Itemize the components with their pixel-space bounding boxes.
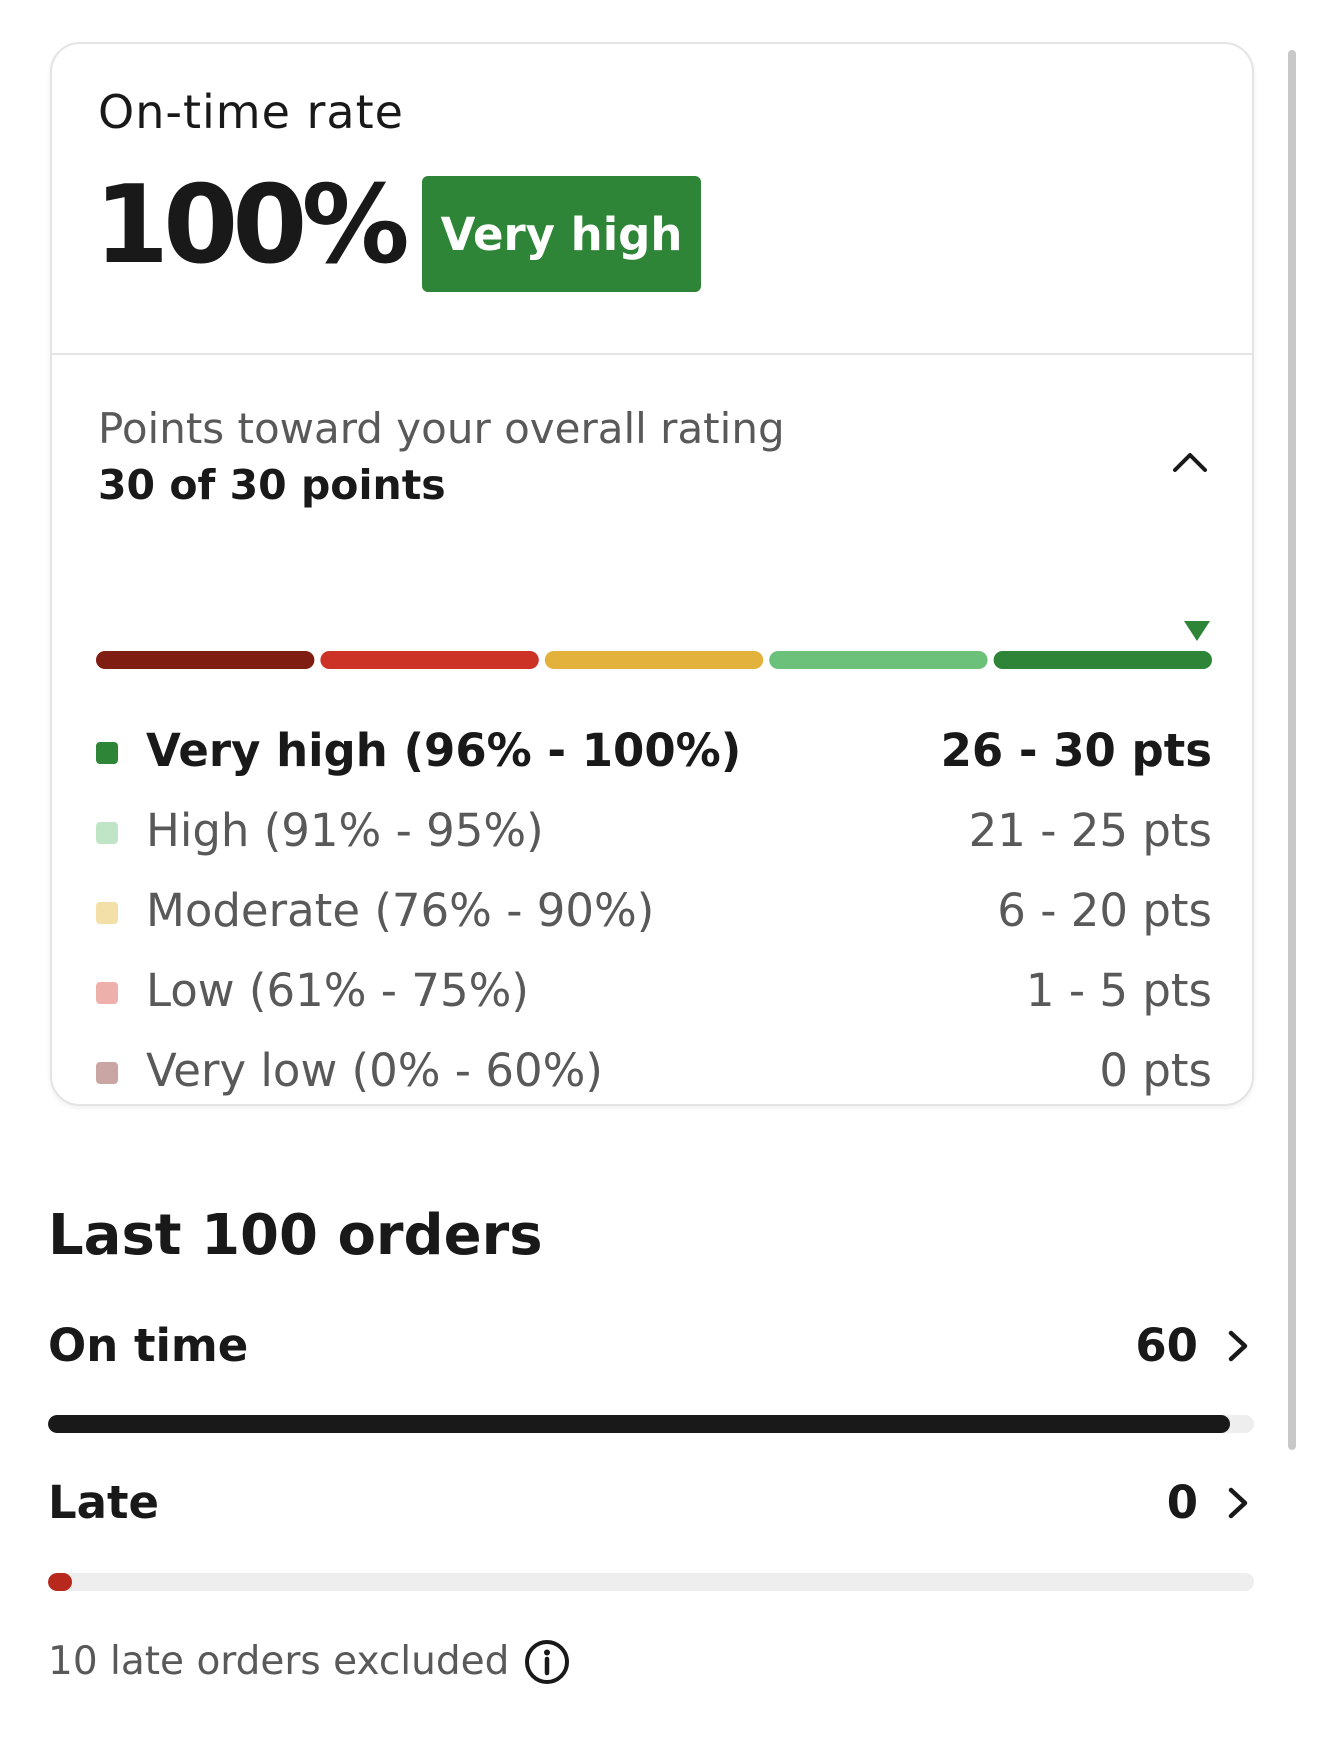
rating-scale-bar: [96, 651, 1212, 669]
tier-row-very-high: Very high (96% - 100%) 26 - 30 pts: [96, 721, 1212, 781]
tier-label: High (91% - 95%): [146, 804, 544, 857]
points-value: 30 of 30 points: [98, 461, 446, 509]
tier-points: 26 - 30 pts: [940, 724, 1212, 777]
order-row-label: Late: [48, 1476, 160, 1529]
tier-label: Moderate (76% - 90%): [146, 884, 655, 937]
rating-scale-segment: [993, 651, 1212, 669]
metric-title: On-time rate: [98, 85, 404, 139]
collapse-button[interactable]: [1162, 434, 1218, 490]
late-orders-row[interactable]: Late 0: [48, 1473, 1254, 1533]
tier-row-high: High (91% - 95%) 21 - 25 pts: [96, 801, 1212, 861]
rating-scale-svg: [96, 651, 1212, 669]
card-divider: [52, 353, 1252, 355]
order-row-count: 60: [1135, 1319, 1198, 1372]
tier-points: 0 pts: [1099, 1044, 1212, 1097]
orders-heading: Last 100 orders: [48, 1203, 543, 1268]
tier-dot: [96, 1062, 118, 1084]
chevron-up-icon: [1173, 453, 1207, 472]
chevron-right-icon: [1228, 1330, 1248, 1362]
order-row-count: 0: [1166, 1476, 1198, 1529]
tier-row-very-low: Very low (0% - 60%) 0 pts: [96, 1041, 1212, 1101]
metric-value: 100%: [94, 163, 410, 288]
on-time-rate-card: On-time rate 100% Very high Points towar…: [50, 42, 1254, 1106]
tier-dot: [96, 982, 118, 1004]
chevron-right-icon: [1228, 1487, 1248, 1519]
info-icon[interactable]: [523, 1638, 571, 1686]
tier-points: 6 - 20 pts: [997, 884, 1212, 937]
on-time-progress-fill: [48, 1415, 1230, 1433]
tier-dot: [96, 822, 118, 844]
tier-dot: [96, 902, 118, 924]
tier-label: Very high (96% - 100%): [146, 724, 742, 777]
tier-points: 21 - 25 pts: [968, 804, 1212, 857]
tier-label: Low (61% - 75%): [146, 964, 529, 1017]
on-time-orders-row[interactable]: On time 60: [48, 1316, 1254, 1376]
rating-badge: Very high: [422, 176, 701, 292]
tier-dot: [96, 742, 118, 764]
triangle-down-icon: [1184, 621, 1210, 641]
footnote-text: 10 late orders excluded: [48, 1639, 510, 1684]
late-progress-fill: [48, 1573, 73, 1591]
rating-scale-segment: [96, 651, 315, 669]
late-progress-bar: [48, 1573, 1254, 1591]
scrollbar[interactable]: [1288, 50, 1296, 1450]
rating-scale-segment: [320, 651, 539, 669]
rating-scale-segment: [544, 651, 764, 669]
tier-row-low: Low (61% - 75%) 1 - 5 pts: [96, 961, 1212, 1021]
rating-scale-segment: [769, 651, 988, 669]
points-heading: Points toward your overall rating: [98, 404, 785, 453]
on-time-progress-bar: [48, 1415, 1254, 1433]
excluded-orders-note: 10 late orders excluded: [48, 1632, 571, 1692]
tier-points: 1 - 5 pts: [1025, 964, 1212, 1017]
tier-row-moderate: Moderate (76% - 90%) 6 - 20 pts: [96, 881, 1212, 941]
tier-label: Very low (0% - 60%): [146, 1044, 603, 1097]
order-row-label: On time: [48, 1319, 249, 1372]
